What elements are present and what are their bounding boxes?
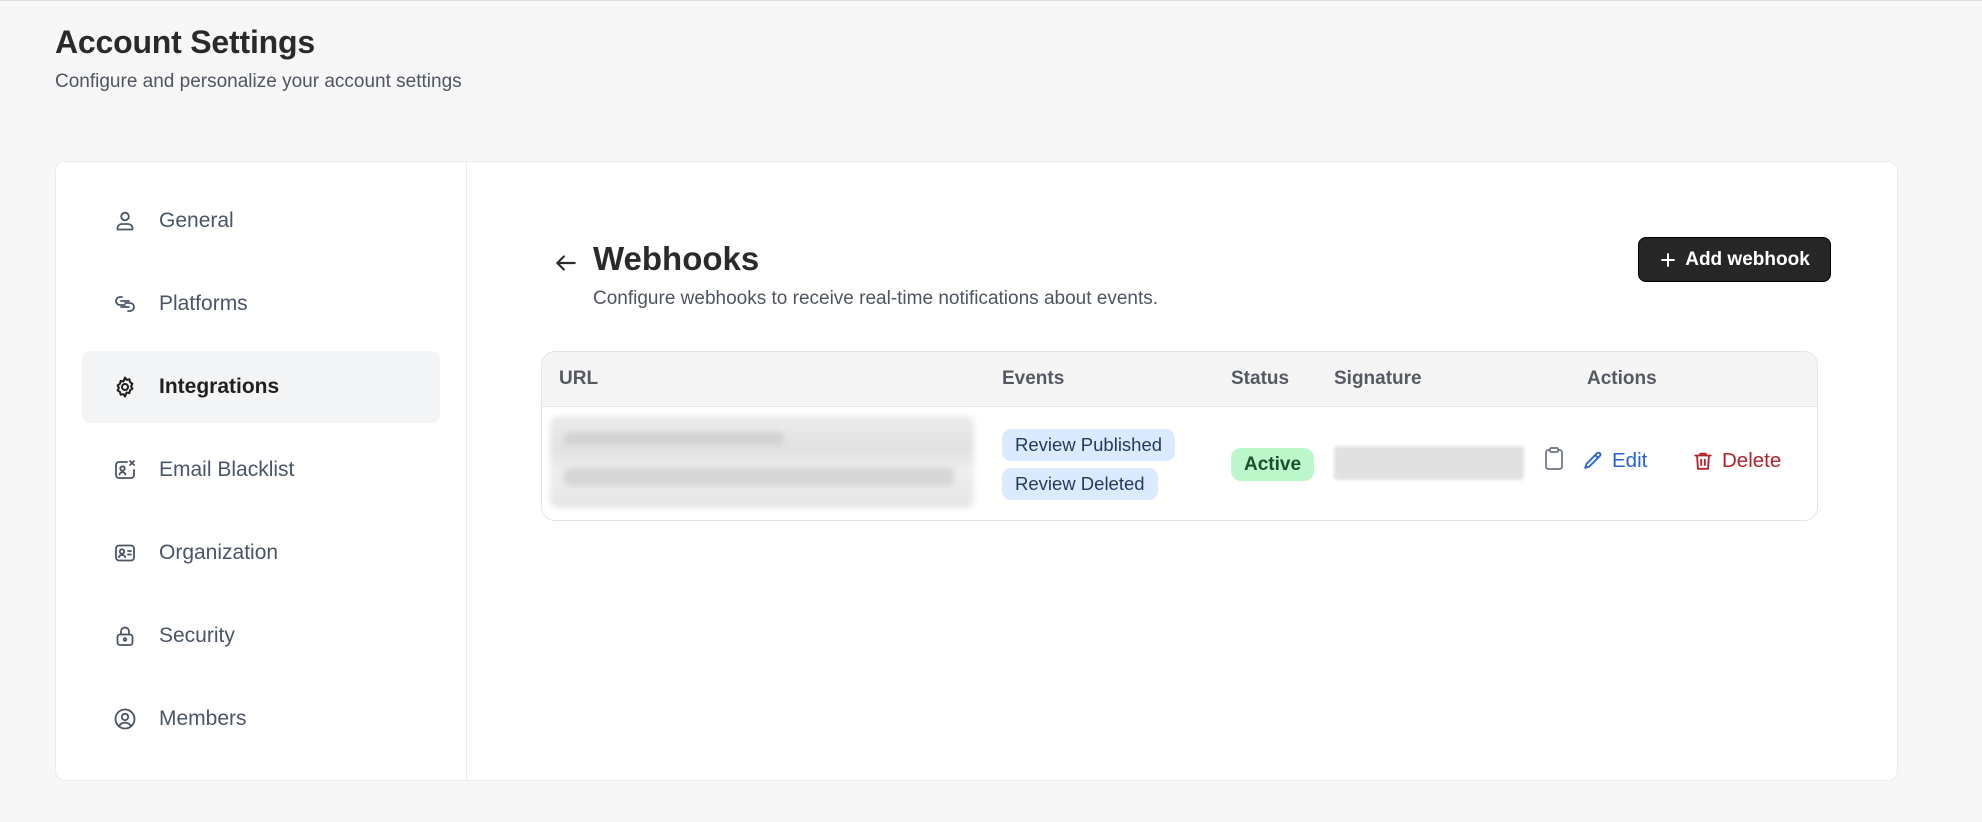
user-circle-icon	[112, 706, 138, 732]
table-row: Review Published Review Deleted Active E…	[542, 407, 1817, 520]
link-icon	[112, 291, 138, 317]
page-subtitle: Configure and personalize your account s…	[55, 71, 462, 92]
event-tag: Review Published	[1002, 429, 1176, 461]
table-header: URL Events Status Signature Actions	[542, 352, 1817, 407]
sidebar-item-label: Organization	[159, 541, 279, 564]
column-header-signature: Signature	[1334, 368, 1422, 389]
signature-redacted	[1334, 446, 1524, 480]
copy-signature-button[interactable]	[1542, 446, 1568, 474]
sidebar-item-platforms[interactable]: Platforms	[82, 268, 440, 340]
column-header-url: URL	[559, 368, 599, 389]
delete-label: Delete	[1722, 449, 1782, 472]
pencil-icon	[1584, 451, 1602, 469]
column-header-status: Status	[1231, 368, 1290, 389]
main-content: Webhooks Configure webhooks to receive r…	[467, 162, 1897, 780]
column-header-actions: Actions	[1587, 368, 1657, 389]
lock-icon	[112, 623, 138, 649]
sidebar-item-email-blacklist[interactable]: Email Blacklist	[82, 434, 440, 506]
column-header-events: Events	[1002, 368, 1065, 389]
webhook-url-redacted	[550, 416, 974, 508]
sidebar-item-label: Platforms	[159, 292, 248, 315]
sidebar-item-label: General	[159, 209, 234, 232]
sidebar-item-security[interactable]: Security	[82, 600, 440, 672]
sidebar-item-label: Email Blacklist	[159, 458, 295, 481]
gear-icon	[112, 374, 138, 400]
sidebar-item-organization[interactable]: Organization	[82, 517, 440, 589]
back-button[interactable]	[551, 248, 581, 278]
sidebar-item-label: Integrations	[159, 375, 280, 398]
top-border	[0, 0, 1982, 1]
trash-icon	[1694, 452, 1712, 470]
sidebar-item-label: Members	[159, 707, 247, 730]
add-webhook-label: Add webhook	[1685, 248, 1810, 270]
page-title: Account Settings	[55, 24, 315, 60]
sidebar-item-members[interactable]: Members	[82, 683, 440, 755]
email-block-icon	[112, 457, 138, 483]
arrow-left-icon	[556, 255, 576, 271]
webhooks-table: URL Events Status Signature Actions Revi…	[541, 351, 1818, 521]
settings-card: General Platforms Integrations Email Bla…	[55, 161, 1898, 781]
section-description: Configure webhooks to receive real-time …	[593, 288, 1159, 309]
section-title: Webhooks	[593, 240, 760, 277]
plus-icon	[1661, 252, 1676, 267]
id-card-icon	[112, 540, 138, 566]
sidebar: General Platforms Integrations Email Bla…	[56, 162, 467, 780]
page-header: Account Settings Configure and personali…	[55, 24, 462, 93]
edit-button[interactable]: Edit	[1582, 449, 1647, 473]
edit-label: Edit	[1612, 449, 1648, 472]
event-tag: Review Deleted	[1002, 468, 1158, 500]
status-badge: Active	[1231, 448, 1315, 481]
sidebar-item-integrations[interactable]: Integrations	[82, 351, 440, 423]
sidebar-item-general[interactable]: General	[82, 185, 440, 257]
delete-button[interactable]: Delete	[1692, 449, 1781, 473]
add-webhook-button[interactable]: Add webhook	[1638, 237, 1831, 282]
sidebar-item-label: Security	[159, 624, 235, 647]
clipboard-icon	[1545, 447, 1563, 470]
user-icon	[112, 208, 138, 234]
